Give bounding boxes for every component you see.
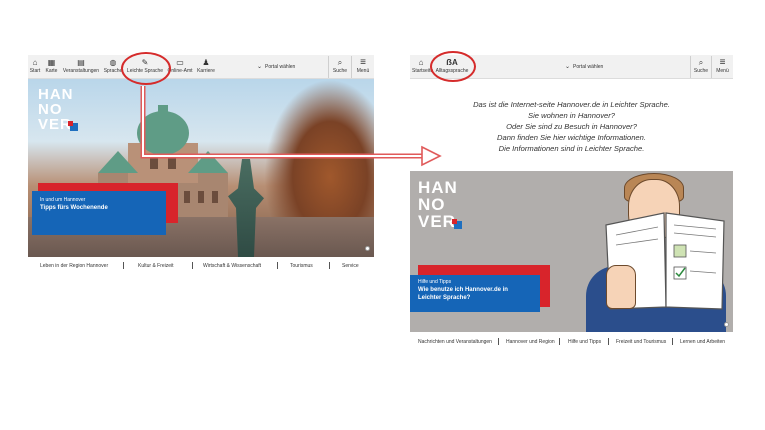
- divider: [672, 338, 673, 345]
- chevron-down-icon: ⌄: [565, 64, 571, 70]
- portal-select[interactable]: ⌄ Portal wählen: [565, 63, 603, 70]
- search-icon: ⌕: [698, 58, 704, 67]
- section-navigation: Nachrichten und Veranstaltungen Hannover…: [410, 335, 733, 349]
- section-link[interactable]: Nachrichten und Veranstaltungen: [418, 339, 492, 345]
- divider: [329, 262, 330, 269]
- hamburger-icon: ≡: [360, 57, 366, 68]
- section-link[interactable]: Lernen und Arbeiten: [680, 339, 725, 345]
- people-icon: ♟: [202, 58, 210, 67]
- home-icon: ⌂: [32, 58, 38, 67]
- section-link[interactable]: Hannover und Region: [506, 339, 555, 345]
- divider: [498, 338, 499, 345]
- teaser-card[interactable]: In und um Hannover Tipps fürs Wochenende: [32, 191, 166, 235]
- hamburger-icon: ≡: [719, 57, 726, 68]
- nav-veranstaltungen[interactable]: ▤ Veranstaltungen: [61, 57, 101, 77]
- section-link[interactable]: Freizeit und Tourismus: [616, 339, 666, 345]
- section-link[interactable]: Leben in der Region Hannover: [40, 263, 108, 269]
- highlight-circle-leichte-sprache: [121, 52, 171, 85]
- comparison-screenshot: ⌂ Start ▦ Karte ▤ Veranstaltungen ◍ Spra…: [0, 0, 765, 430]
- section-link[interactable]: Tourismus: [290, 263, 313, 269]
- divider: [608, 338, 609, 345]
- logo-mark: [452, 219, 457, 224]
- logo-mark: [68, 121, 73, 126]
- home-icon: ⌂: [418, 58, 424, 67]
- map-icon: ▦: [47, 58, 56, 67]
- globe-icon: ◍: [109, 58, 117, 67]
- chevron-down-icon: ⌄: [257, 64, 263, 70]
- section-link[interactable]: Hilfe und Tipps: [568, 339, 601, 345]
- top-navigation-bar: ⌂ Start ▦ Karte ▤ Veranstaltungen ◍ Spra…: [28, 55, 374, 79]
- image-info-icon[interactable]: [724, 322, 729, 327]
- teaser-card[interactable]: Hilfe und Tipps Wie benutze ich Hannover…: [410, 275, 540, 312]
- divider: [559, 338, 560, 345]
- hannover-logo: HAN NO VER: [38, 87, 78, 132]
- section-link[interactable]: Wirtschaft & Wissenschaft: [203, 263, 261, 269]
- divider: [690, 56, 691, 78]
- nav-start[interactable]: ⌂ Start: [28, 57, 42, 77]
- section-navigation: Leben in der Region Hannover Kultur & Fr…: [28, 259, 374, 273]
- portal-select[interactable]: ⌄ Portal wählen: [257, 63, 295, 70]
- standard-language-page: ⌂ Start ▦ Karte ▤ Veranstaltungen ◍ Spra…: [28, 55, 374, 273]
- hannover-logo: HAN NO VER: [418, 179, 462, 230]
- divider: [711, 56, 712, 78]
- image-info-icon[interactable]: [365, 246, 370, 251]
- menu-button[interactable]: ≡ Menü: [353, 57, 373, 77]
- divider: [123, 262, 124, 269]
- section-link[interactable]: Service: [342, 263, 359, 269]
- nav-karte[interactable]: ▦ Karte: [44, 57, 59, 77]
- thumbs-up-hand: [606, 265, 636, 309]
- nav-startseite[interactable]: ⌂ Startseite: [412, 57, 433, 77]
- nav-karriere[interactable]: ♟ Karriere: [195, 57, 217, 77]
- search-icon: ⌕: [337, 58, 343, 67]
- section-link[interactable]: Kultur & Freizeit: [138, 263, 174, 269]
- hero-image-town-hall: HAN NO VER In und um Hannover Tipps fürs…: [28, 79, 374, 257]
- calendar-icon: ▤: [77, 58, 85, 67]
- easy-language-page: ⌂ Startseite ẞA Alltagssprache ⌄ Portal w…: [410, 55, 733, 349]
- hero-image-reading-person: HAN NO VER Hilfe und Tipps Wie benutze i…: [410, 171, 733, 332]
- highlight-circle-alltagssprache: [430, 51, 476, 82]
- menu-button[interactable]: ≡ Menü: [713, 57, 732, 77]
- search-button[interactable]: ⌕ Suche: [330, 57, 350, 77]
- intro-text: Das ist die Internet-seite Hannover.de i…: [473, 100, 670, 153]
- divider: [192, 262, 193, 269]
- nav-sprache[interactable]: ◍ Sprache: [103, 57, 123, 77]
- divider: [328, 56, 329, 78]
- divider: [351, 56, 352, 78]
- divider: [277, 262, 278, 269]
- search-button[interactable]: ⌕ Suche: [692, 57, 710, 77]
